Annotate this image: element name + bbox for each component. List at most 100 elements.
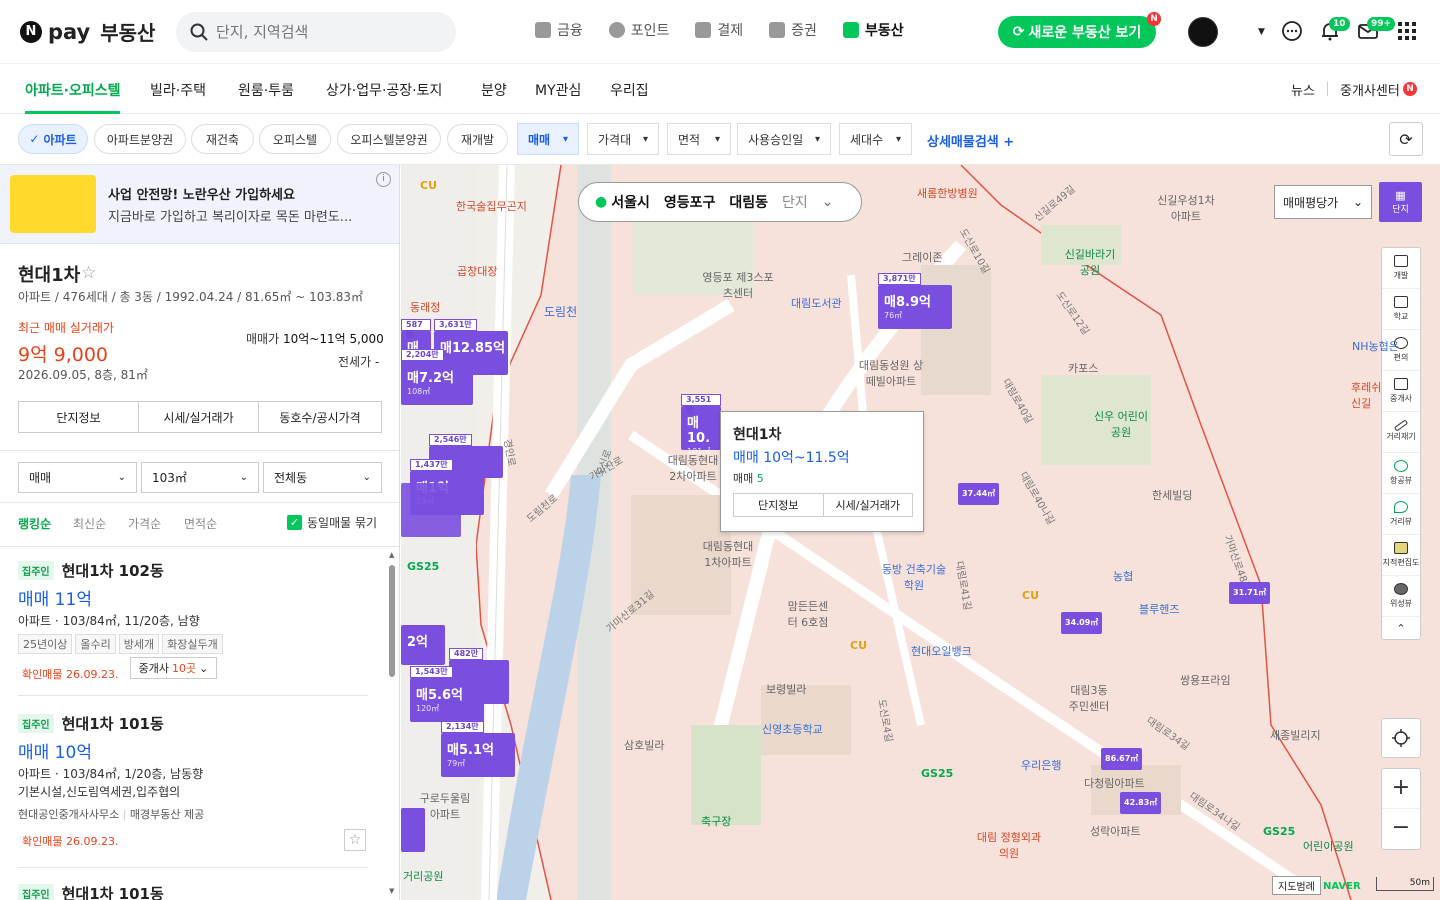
area-marker[interactable]: 42.83㎡ xyxy=(1120,792,1162,814)
price-marker[interactable] xyxy=(401,483,461,537)
list-filter-dong[interactable]: 전체동 ⌄ xyxy=(263,462,382,493)
loc-dong[interactable]: 대림동 xyxy=(729,192,768,212)
tool-satellite[interactable]: 위성뷰 xyxy=(1382,576,1420,617)
poi-label[interactable]: 우리은행 xyxy=(1021,757,1061,773)
zoom-in-button[interactable]: + xyxy=(1382,769,1420,809)
chip-apartment-presale-right[interactable]: 아파트분양권 xyxy=(94,124,186,154)
poi-label[interactable]: 대림동성원 상떼빌아파트 xyxy=(856,357,926,389)
price-marker[interactable]: 2억 xyxy=(401,625,445,665)
news-link[interactable]: 뉴스 xyxy=(1291,80,1315,99)
complex-popup[interactable]: 현대1차 매매 10억~11.5억 매매 5 단지정보 시세/실거래가 xyxy=(720,411,924,532)
price-marker[interactable]: 1,543만 매5.6억 120㎡ xyxy=(410,666,484,722)
poi-label[interactable]: 후레쉬 신길 xyxy=(1351,379,1391,411)
poi-label[interactable]: 신길바라기 공원 xyxy=(1060,246,1120,278)
cvs-label[interactable]: GS25 xyxy=(407,560,439,573)
nav-point[interactable]: 포인트 xyxy=(608,20,669,40)
price-per-area-dropdown[interactable]: 매매평당가 ⌄ xyxy=(1274,185,1372,219)
cvs-label[interactable]: CU xyxy=(850,639,867,652)
star-icon[interactable]: ☆ xyxy=(81,263,96,283)
chip-reconstruction[interactable]: 재건축 xyxy=(191,124,254,154)
tab-my-interest[interactable]: MY관심 xyxy=(535,80,581,100)
tool-development[interactable]: 개발 xyxy=(1382,248,1420,289)
map-view[interactable]: ● 서울시 영등포구 대림동 단지 ⌄ 매매평당가 ⌄ ▦ 단지 개발 학교 편의 … xyxy=(401,165,1440,900)
cvs-label[interactable]: CU xyxy=(1022,589,1039,602)
nav-payment[interactable]: 결제 xyxy=(695,20,743,40)
poi-label[interactable]: 대림 정형외과의원 xyxy=(974,829,1044,861)
price-marker[interactable]: 2,134만 매5.1억 79㎡ xyxy=(441,721,515,777)
nav-finance[interactable]: 금융 xyxy=(535,20,583,40)
group-same-listings-toggle[interactable]: ✓ 동일매물 묶기 xyxy=(287,514,377,531)
poi-label[interactable]: 다청림아파트 xyxy=(1084,775,1145,791)
tab-commercial-land[interactable]: 상가·업무·공장·토지 xyxy=(326,80,442,100)
poi-label[interactable]: 대림도서관 xyxy=(791,295,842,311)
new-realestate-button[interactable]: ⟳ 새로운 부동산 보기 xyxy=(998,16,1156,48)
star-icon[interactable]: ☆ xyxy=(344,829,366,851)
poi-label[interactable]: 한세빌딩 xyxy=(1152,487,1192,503)
poi-label[interactable]: 축구장 xyxy=(701,813,731,829)
poi-label[interactable]: 한국술집무곤지 xyxy=(456,198,527,214)
area-marker[interactable]: 37.44㎡ xyxy=(958,483,1000,505)
chip-redevelopment[interactable]: 재개발 xyxy=(447,124,508,154)
poi-label[interactable]: 영등포 제3스포츠센터 xyxy=(698,269,778,301)
loc-city[interactable]: 서울시 xyxy=(611,192,650,212)
price-marker[interactable]: 3,551만 매10. 101㎡ xyxy=(681,394,721,456)
popup-market-price-button[interactable]: 시세/실거래가 xyxy=(824,494,913,516)
map-legend-button[interactable]: 지도범례 xyxy=(1272,876,1321,895)
tool-street-view[interactable]: 거리뷰 xyxy=(1382,494,1420,535)
price-marker[interactable]: 2,204만 매7.2억 108㎡ xyxy=(401,349,473,405)
tool-aerial-view[interactable]: 항공뷰 xyxy=(1382,453,1420,494)
loc-district[interactable]: 영등포구 xyxy=(664,192,716,212)
poi-label[interactable]: 쌍용프라임 xyxy=(1180,672,1231,688)
current-location-button[interactable] xyxy=(1381,718,1421,758)
dropdown-price[interactable]: 가격대 ▾ xyxy=(587,123,659,155)
price-marker[interactable]: 3,871만 매8.9억 76㎡ xyxy=(878,273,952,329)
poi-label[interactable]: 어린이공원 xyxy=(1303,838,1354,854)
nav-realestate[interactable]: 부동산 xyxy=(842,20,904,40)
tab-oneroom-tworoom[interactable]: 원룸·투룸 xyxy=(238,80,294,100)
poi-label[interactable]: 맘든든센터 6호점 xyxy=(783,598,833,630)
unit-public-price-button[interactable]: 동호수/공시가격 xyxy=(258,401,382,433)
tool-school[interactable]: 학교 xyxy=(1382,289,1420,330)
price-marker[interactable] xyxy=(401,808,425,852)
tab-my-home[interactable]: 우리집 xyxy=(610,80,649,100)
poi-label[interactable]: 새롬한방병원 xyxy=(917,185,978,201)
complex-info-button[interactable]: 단지정보 xyxy=(18,401,139,433)
collapse-tools-button[interactable]: ⌃ xyxy=(1382,617,1420,639)
zoom-out-button[interactable]: − xyxy=(1382,809,1420,849)
tab-apartment-officetel[interactable]: 아파트·오피스텔 xyxy=(25,80,120,100)
tab-presale[interactable]: 분양 xyxy=(481,80,507,100)
dropdown-trade-type[interactable]: 매매 ▾ xyxy=(517,123,579,155)
dropdown-households[interactable]: 세대수 ▾ xyxy=(839,123,912,155)
naver-pay-realestate-logo[interactable]: N pay 부동산 xyxy=(20,17,155,46)
poi-label[interactable]: 삼호빌라 xyxy=(624,737,664,753)
poi-label[interactable]: 신우 어린이공원 xyxy=(1091,408,1151,440)
area-marker[interactable]: 34.09㎡ xyxy=(1061,612,1103,634)
list-filter-trade[interactable]: 매매 ⌄ xyxy=(18,462,137,493)
list-filter-area[interactable]: 103㎡ ⌄ xyxy=(141,462,259,493)
chip-officetel[interactable]: 오피스텔 xyxy=(259,124,331,154)
agents-dropdown[interactable]: 중개사 10곳 ⌄ xyxy=(130,657,217,679)
agent-center-link[interactable]: 중개사센터 xyxy=(1340,80,1400,99)
poi-label[interactable]: 카포스 xyxy=(1068,360,1098,376)
poi-label[interactable]: 대림3동 주민센터 xyxy=(1064,682,1114,714)
ad-banner[interactable]: 사업 안전망! 노란우산 가입하세요 지금바로 가입하고 복리이자로 목돈 마련… xyxy=(0,165,399,244)
info-icon[interactable]: i xyxy=(376,172,391,187)
poi-label[interactable]: 현대오일뱅크 xyxy=(911,643,972,659)
dropdown-approval-date[interactable]: 사용승인일 ▾ xyxy=(737,123,831,155)
sort-price[interactable]: 가격순 xyxy=(128,515,161,532)
search-box[interactable] xyxy=(176,12,456,52)
popup-complex-info-button[interactable]: 단지정보 xyxy=(734,494,824,516)
poi-label[interactable]: 농협 xyxy=(1113,568,1133,584)
area-marker[interactable]: 86.67㎡ xyxy=(1101,748,1143,770)
chat-icon[interactable] xyxy=(1281,20,1303,42)
chip-officetel-presale-right[interactable]: 오피스텔분양권 xyxy=(337,124,441,154)
search-input[interactable] xyxy=(216,23,436,41)
dropdown-area[interactable]: 면적 ▾ xyxy=(667,123,731,155)
avatar[interactable] xyxy=(1188,17,1218,47)
poi-label[interactable]: 신영초등학교 xyxy=(762,721,823,737)
market-price-button[interactable]: 시세/실거래가 xyxy=(138,401,259,433)
poi-label[interactable]: 세종빌리지 xyxy=(1270,727,1321,743)
tab-villa-house[interactable]: 빌라·주택 xyxy=(150,80,206,100)
area-marker[interactable]: 31.71㎡ xyxy=(1229,582,1271,604)
detail-search-link[interactable]: 상세매물검색 + xyxy=(927,131,1014,150)
